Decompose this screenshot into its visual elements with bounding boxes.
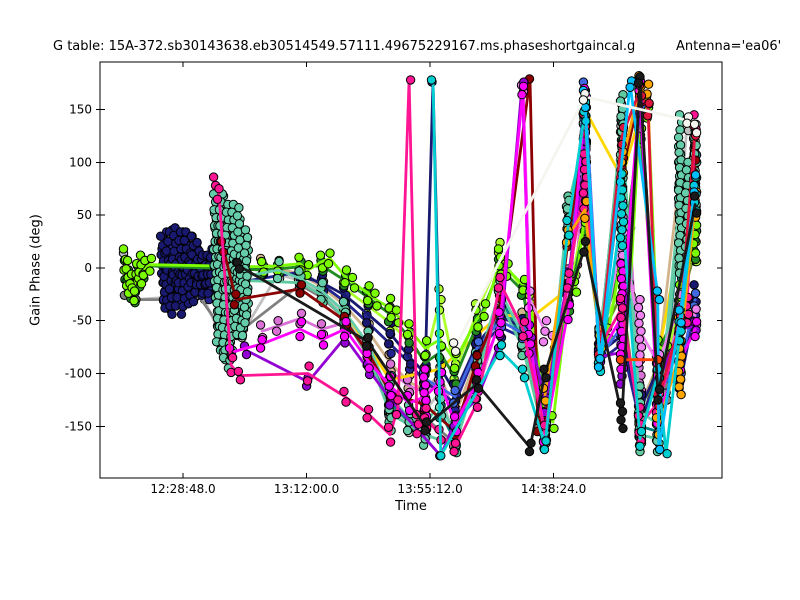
plot-area: 12:28:48.0 13:12:00.0 13:55:12.0 14:38:24.0… [0,0,800,600]
y-tick-label: 100 [69,155,92,169]
y-tick-label: -150 [65,419,92,433]
x-tick-label: 14:38:24.0 [521,482,586,496]
y-tick-label: 0 [84,261,92,275]
series-layer [119,72,701,460]
x-tick-label: 13:55:12.0 [397,482,462,496]
y-tick-label: 150 [69,103,92,117]
x-tick-label: 13:12:00.0 [274,482,339,496]
figure-canvas: G table: 15A-372.sb30143638.eb30514549.5… [0,0,800,600]
y-tick-label: -100 [65,366,92,380]
x-tick-label: 12:28:48.0 [150,482,215,496]
y-tick-label: -50 [72,314,92,328]
y-tick-label: 50 [77,208,92,222]
